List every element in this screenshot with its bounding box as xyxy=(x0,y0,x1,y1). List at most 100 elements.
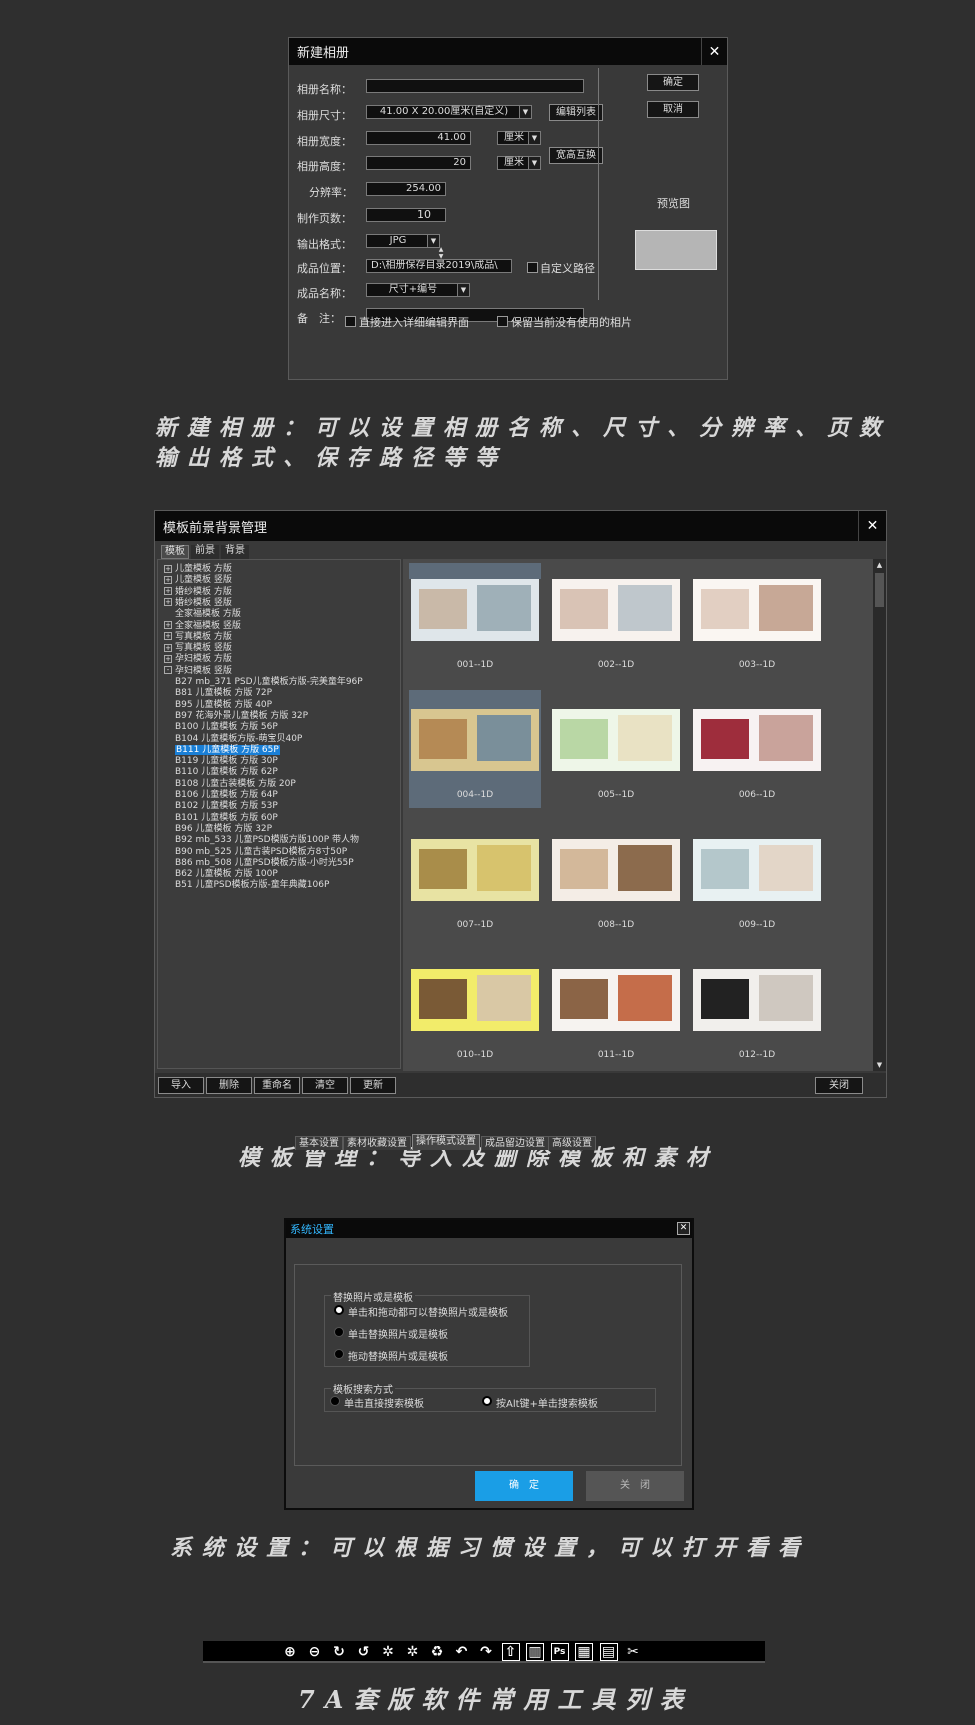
tree-item[interactable]: B92 mb_533 儿童PSD模版方版100P 带人物 xyxy=(175,835,359,846)
tree-item[interactable]: + 婚纱模板 竖版 xyxy=(164,598,232,609)
template-tree[interactable]: + 儿童模板 方版 + 儿童模板 竖版 + 婚纱模板 方版 + 婚纱模板 竖版 全家福模板 方版… xyxy=(157,559,401,1069)
format-select[interactable]: JPG ▼ xyxy=(366,234,440,248)
tree-item[interactable]: + 儿童模板 竖版 xyxy=(164,575,232,586)
scrollbar[interactable]: ▲ ▼ xyxy=(873,559,886,1071)
tab-background[interactable]: 背景 xyxy=(221,545,249,559)
tree-item[interactable]: B90 mb_525 儿童古装PSD模板方8寸50P xyxy=(175,847,347,858)
ps-icon[interactable]: Ps xyxy=(550,1643,569,1661)
detail-edit-checkbox[interactable] xyxy=(345,316,356,327)
tree-item[interactable]: + 全家福模板 竖版 xyxy=(164,621,241,632)
chevron-down-icon[interactable]: ▼ xyxy=(457,284,469,296)
close-icon[interactable]: ✕ xyxy=(701,38,727,65)
tab-material-settings[interactable]: 素材收藏设置 xyxy=(343,1136,411,1150)
scroll-thumb[interactable] xyxy=(875,573,884,607)
tab-operation-mode[interactable]: 操作模式设置 xyxy=(412,1134,480,1150)
tree-item[interactable]: B62 儿童模板 方版 100P xyxy=(175,869,278,880)
template-thumbnail[interactable] xyxy=(693,969,821,1031)
tree-item[interactable]: B97 花海外景儿童模板 方版 32P xyxy=(175,711,308,722)
template-thumbnail[interactable] xyxy=(411,969,539,1031)
radio-drag[interactable] xyxy=(334,1349,344,1359)
cancel-button[interactable]: 取消 xyxy=(647,101,699,118)
chevron-down-icon[interactable]: ▼ xyxy=(427,235,439,247)
expand-icon[interactable]: + xyxy=(164,575,172,584)
expand-icon[interactable]: + xyxy=(164,598,172,607)
dpi-input[interactable]: 254.00 xyxy=(366,182,446,196)
template-thumbnail[interactable] xyxy=(552,969,680,1031)
close-button[interactable]: 关闭 xyxy=(815,1077,863,1094)
tree-item-selected[interactable]: B111 儿童模板 方版 65P xyxy=(175,744,280,756)
up-icon[interactable]: ⇧ xyxy=(501,1643,520,1661)
template-thumbnail[interactable] xyxy=(693,579,821,641)
tab-basic-settings[interactable]: 基本设置 xyxy=(295,1136,343,1150)
recycle-icon[interactable]: ♻ xyxy=(428,1643,446,1661)
chevron-down-icon[interactable]: ▼ xyxy=(519,106,531,118)
delete-button[interactable]: 删除 xyxy=(206,1077,252,1094)
import-button[interactable]: 导入 xyxy=(158,1077,204,1094)
expand-icon[interactable]: + xyxy=(164,643,172,652)
album-height-input[interactable]: 20 xyxy=(366,156,471,170)
template-thumbnail[interactable] xyxy=(693,709,821,771)
rotate-right-icon[interactable]: ↻ xyxy=(330,1643,348,1661)
tree-item[interactable]: + 孕妇模板 方版 xyxy=(164,654,232,665)
radio-click-and-drag[interactable] xyxy=(334,1305,344,1315)
redo-icon[interactable]: ↷ xyxy=(477,1643,495,1661)
tree-item[interactable]: B101 儿童模板 方版 60P xyxy=(175,813,278,824)
template-thumbnail[interactable] xyxy=(552,709,680,771)
undo-icon[interactable]: ↶ xyxy=(453,1643,471,1661)
tree-item[interactable]: B96 儿童模板 方版 32P xyxy=(175,824,272,835)
save-as-icon[interactable]: ▤ xyxy=(599,1643,618,1661)
zoom-out-icon[interactable]: ⊖ xyxy=(306,1643,324,1661)
settings-ok-button[interactable]: 确 定 xyxy=(475,1471,573,1501)
tab-margin-settings[interactable]: 成品留边设置 xyxy=(481,1136,549,1150)
update-button[interactable]: 更新 xyxy=(350,1077,396,1094)
save-icon[interactable]: ▦ xyxy=(575,1643,593,1661)
custom-path-checkbox[interactable] xyxy=(527,262,538,273)
album-size-select[interactable]: 41.00 X 20.00厘米(自定义) ▼ xyxy=(366,105,532,119)
scroll-up-icon[interactable]: ▲ xyxy=(873,559,886,571)
tab-foreground[interactable]: 前景 xyxy=(191,545,219,559)
ok-button[interactable]: 确定 xyxy=(647,74,699,91)
butterfly-icon[interactable]: ✲ xyxy=(379,1643,397,1661)
tree-item[interactable]: B102 儿童模板 方版 53P xyxy=(175,801,278,812)
scissors-icon[interactable]: ✂ xyxy=(624,1643,642,1661)
edit-list-button[interactable]: 编辑列表 xyxy=(549,104,603,121)
chevron-down-icon[interactable]: ▼ xyxy=(528,157,540,169)
rotate-left-icon[interactable]: ↺ xyxy=(355,1643,373,1661)
tree-item[interactable]: + 写真模板 竖版 xyxy=(164,643,232,654)
tree-item[interactable]: B108 儿童古装模板 方版 20P xyxy=(175,779,296,790)
collapse-icon[interactable]: - xyxy=(164,666,172,675)
expand-icon[interactable]: + xyxy=(164,654,172,663)
tree-item[interactable]: B110 儿童模板 方版 62P xyxy=(175,767,278,778)
tree-item[interactable]: B104 儿童模板方版-萌宝贝40P xyxy=(175,734,302,745)
tab-advanced-settings[interactable]: 高级设置 xyxy=(548,1136,596,1150)
tree-item[interactable]: + 儿童模板 方版 xyxy=(164,564,232,575)
tab-template[interactable]: 模板 xyxy=(161,545,189,559)
template-thumbnail[interactable] xyxy=(411,709,539,771)
close-icon[interactable]: ✕ xyxy=(858,511,886,541)
clear-button[interactable]: 清空 xyxy=(302,1077,348,1094)
radio-alt-search[interactable] xyxy=(482,1396,492,1406)
tree-item[interactable]: B86 mb_508 儿童PSD模板方版-小时光55P xyxy=(175,858,354,869)
album-name-input[interactable] xyxy=(366,79,584,93)
template-thumbnail[interactable] xyxy=(693,839,821,901)
tree-item[interactable]: + 写真模板 方版 xyxy=(164,632,232,643)
rename-button[interactable]: 重命名 xyxy=(254,1077,300,1094)
expand-icon[interactable]: + xyxy=(164,621,172,629)
expand-icon[interactable]: + xyxy=(164,564,172,573)
swap-size-button[interactable]: 宽高互换 xyxy=(549,147,603,164)
template-thumbnail[interactable] xyxy=(552,579,680,641)
tree-item[interactable]: B95 儿童模板 方版 40P xyxy=(175,700,272,711)
tree-item[interactable]: B81 儿童模板 方版 72P xyxy=(175,688,272,699)
keep-photos-checkbox[interactable] xyxy=(497,316,508,327)
template-thumbnail[interactable] xyxy=(411,839,539,901)
height-unit-select[interactable]: 厘米 ▼ xyxy=(497,156,541,170)
tree-item[interactable]: - 孕妇模板 竖版 xyxy=(164,666,232,677)
tree-item[interactable]: B100 儿童模板 方版 56P xyxy=(175,722,278,733)
chevron-down-icon[interactable]: ▼ xyxy=(528,132,540,144)
settings-close-button[interactable]: 关 闭 xyxy=(586,1471,684,1501)
tree-item[interactable]: B119 儿童模板 方版 30P xyxy=(175,756,278,767)
tree-item[interactable]: B106 儿童模板 方版 64P xyxy=(175,790,278,801)
radio-click[interactable] xyxy=(334,1327,344,1337)
scroll-down-icon[interactable]: ▼ xyxy=(873,1059,886,1071)
tree-item[interactable]: B51 儿童PSD模板方版-童年典藏106P xyxy=(175,880,329,891)
